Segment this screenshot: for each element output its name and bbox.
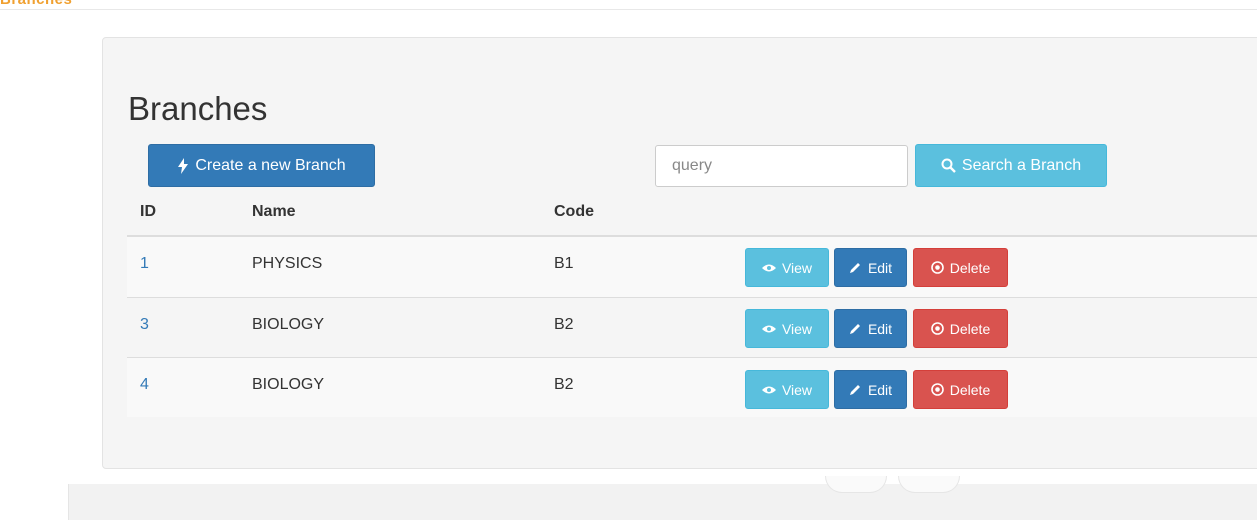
edit-label: Edit	[867, 381, 893, 398]
table-row: 4 BIOLOGY B2	[127, 357, 1257, 417]
delete-button[interactable]: Delete	[913, 370, 1008, 409]
row-id-link[interactable]: 4	[140, 376, 149, 394]
remove-circle-icon	[930, 383, 944, 396]
table-row: 1 PHYSICS B1	[127, 237, 1257, 297]
row-id-link[interactable]: 3	[140, 316, 149, 334]
navbar-divider	[0, 9, 1257, 10]
search-input[interactable]	[655, 145, 908, 187]
footer-area	[68, 484, 1257, 520]
delete-label: Delete	[949, 320, 991, 337]
page-title: Branches	[128, 90, 268, 127]
row-id-link[interactable]: 1	[140, 255, 149, 273]
eye-icon	[761, 385, 776, 395]
pencil-icon	[849, 383, 862, 396]
view-button[interactable]: View	[745, 370, 829, 409]
create-branch-label: Create a new Branch	[195, 156, 346, 174]
delete-label: Delete	[949, 381, 991, 398]
row-code: B2	[554, 376, 574, 393]
pagination-item[interactable]	[825, 476, 887, 493]
edit-button[interactable]: Edit	[834, 248, 907, 287]
edit-button[interactable]: Edit	[834, 309, 907, 348]
row-name: PHYSICS	[252, 255, 323, 272]
view-label: View	[781, 320, 813, 337]
pagination-item[interactable]	[898, 476, 960, 493]
delete-button[interactable]: Delete	[913, 309, 1008, 348]
view-button[interactable]: View	[745, 309, 829, 348]
eye-icon	[761, 263, 776, 273]
brand-text[interactable]: Branches	[0, 0, 72, 8]
view-button[interactable]: View	[745, 248, 829, 287]
bolt-icon	[177, 157, 189, 174]
search-icon	[941, 158, 956, 173]
delete-label: Delete	[949, 259, 991, 276]
row-code: B1	[554, 255, 574, 272]
row-name: BIOLOGY	[252, 316, 325, 333]
row-name: BIOLOGY	[252, 376, 325, 393]
view-label: View	[781, 259, 813, 276]
column-header-id: ID	[140, 203, 156, 220]
edit-button[interactable]: Edit	[834, 370, 907, 409]
create-branch-button[interactable]: Create a new Branch	[148, 144, 375, 187]
search-branch-label: Search a Branch	[961, 156, 1082, 174]
delete-button[interactable]: Delete	[913, 248, 1008, 287]
table-row: 3 BIOLOGY B2	[127, 297, 1257, 357]
column-header-name: Name	[252, 203, 296, 220]
column-header-code: Code	[554, 203, 594, 220]
search-branch-button[interactable]: Search a Branch	[915, 144, 1107, 187]
pencil-icon	[849, 261, 862, 274]
remove-circle-icon	[930, 322, 944, 335]
row-code: B2	[554, 316, 574, 333]
edit-label: Edit	[867, 259, 893, 276]
eye-icon	[761, 324, 776, 334]
view-label: View	[781, 381, 813, 398]
pencil-icon	[849, 322, 862, 335]
remove-circle-icon	[930, 261, 944, 274]
edit-label: Edit	[867, 320, 893, 337]
